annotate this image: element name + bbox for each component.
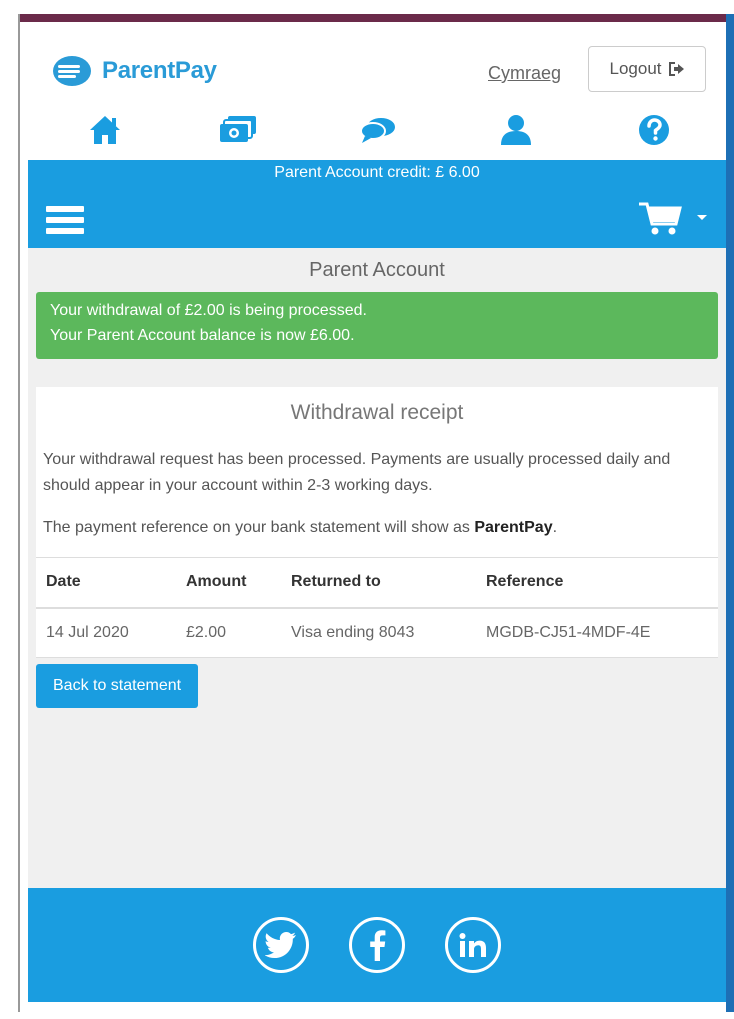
account-credit-bar: Parent Account credit: £ 6.00 [28,160,726,186]
back-to-statement-button[interactable]: Back to statement [36,664,199,708]
reference-note-text: The payment reference on your bank state… [43,519,475,536]
cell-date: 14 Jul 2020 [36,607,176,658]
window-frame-top [20,14,734,22]
table-header-row: Date Amount Returned to Reference [36,557,718,609]
cell-reference: MGDB-CJ51-4MDF-4E [476,607,718,658]
menu-bar [28,186,726,248]
footer-bottom-strip [28,1002,726,1012]
column-header-date: Date [36,557,176,609]
window-frame-right [726,14,734,1012]
twitter-icon[interactable] [253,917,309,973]
receipt-title: Withdrawal receipt [290,401,464,424]
page-title: Parent Account [309,259,445,281]
site-header: ParentPay Cymraeg Logout [28,22,726,160]
language-link[interactable]: Cymraeg [488,63,561,84]
payments-icon[interactable] [218,110,258,150]
logout-icon [668,62,684,76]
cell-returned-to: Visa ending 8043 [281,607,476,658]
basket-dropdown[interactable] [638,200,708,236]
chevron-down-icon [697,215,707,220]
parentpay-logo[interactable]: ParentPay [52,54,217,88]
parentpay-logo-icon [52,54,98,88]
column-header-amount: Amount [176,557,281,609]
site-footer [28,888,726,1002]
receipt-description: Your withdrawal request has been process… [43,451,671,494]
table-row: 14 Jul 2020 £2.00 Visa ending 8043 MGDB-… [36,607,718,658]
facebook-icon[interactable] [349,917,405,973]
linkedin-icon[interactable] [445,917,501,973]
success-alert: Your withdrawal of £2.00 is being proces… [36,292,718,359]
home-icon[interactable] [85,110,125,150]
receipt-reference-note: The payment reference on your bank state… [36,515,718,557]
window-frame-left [18,14,20,1012]
reference-note-bold: ParentPay [474,519,553,536]
alert-line-withdrawal: Your withdrawal of £2.00 is being proces… [50,302,367,319]
reference-note-suffix: . [552,519,558,536]
cell-amount: £2.00 [176,607,281,658]
brand-name: ParentPay [102,57,217,84]
hamburger-menu-icon[interactable] [46,206,84,236]
help-icon[interactable] [634,110,674,150]
receipt-table: Date Amount Returned to Reference 14 Jul… [36,557,718,658]
logout-button[interactable]: Logout [588,46,706,92]
alert-line-balance: Your Parent Account balance is now £6.00… [50,327,355,344]
main-nav [28,110,726,150]
column-header-reference: Reference [476,557,718,609]
main-content: Parent Account Your withdrawal of £2.00 … [28,248,726,708]
app-viewport: ParentPay Cymraeg Logout Parent Account … [28,22,726,1012]
withdrawal-receipt-panel: Withdrawal receipt Your withdrawal reque… [36,387,718,658]
account-icon[interactable] [496,110,536,150]
logout-label: Logout [609,59,662,78]
column-header-returned-to: Returned to [281,557,476,609]
shopping-cart-icon [639,202,682,235]
messages-icon[interactable] [358,110,398,150]
